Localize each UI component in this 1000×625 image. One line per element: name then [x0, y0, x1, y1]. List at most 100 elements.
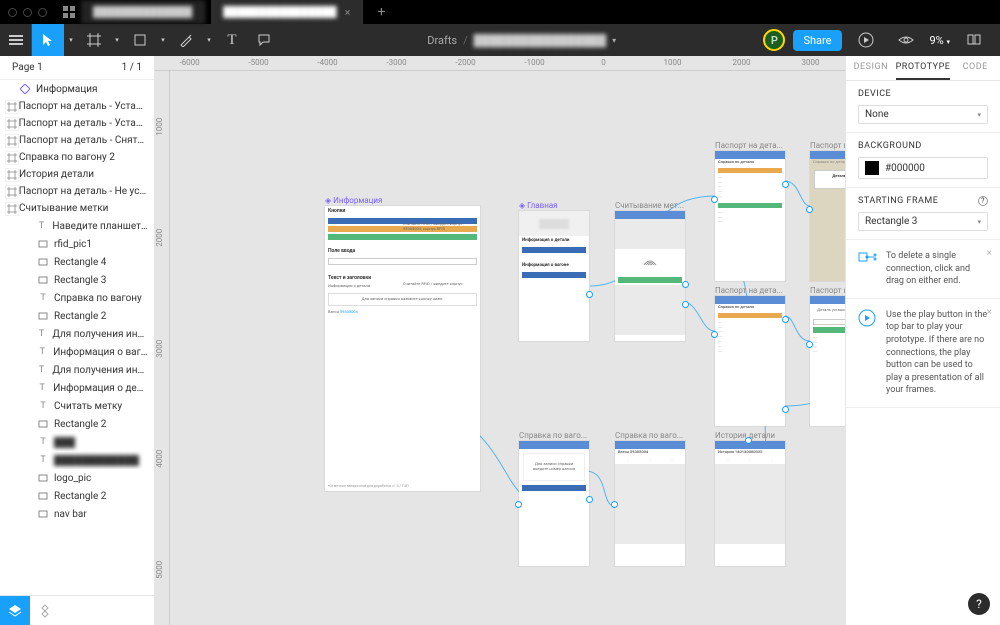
tab-prototype[interactable]: PROTOTYPE: [896, 56, 951, 80]
layer-row[interactable]: TСправка по вагону: [0, 289, 154, 307]
starting-frame-select[interactable]: Rectangle 3 ▾: [858, 212, 988, 231]
layers-tab-button[interactable]: [0, 596, 30, 625]
move-tool-button[interactable]: [32, 24, 64, 56]
new-tab-button[interactable]: +: [369, 4, 393, 20]
share-button[interactable]: Share: [793, 30, 841, 51]
frame-scan[interactable]: Считывание мет...: [615, 211, 685, 341]
main-menu-button[interactable]: [0, 24, 32, 56]
prototype-node-icon[interactable]: [782, 181, 789, 188]
text-tool-button[interactable]: T: [216, 24, 248, 56]
layer-row[interactable]: Rectangle 4: [0, 253, 154, 271]
layer-row[interactable]: ›История детали: [0, 166, 154, 183]
assets-tab-button[interactable]: [30, 596, 60, 625]
file-tab-inactive[interactable]: ██████████████: [81, 0, 205, 24]
move-tool-dropdown-icon[interactable]: ▾: [64, 24, 78, 56]
prototype-node-icon[interactable]: [782, 316, 789, 323]
prototype-node-icon[interactable]: [682, 301, 689, 308]
layer-row[interactable]: ›Справка по вагону 2: [0, 149, 154, 166]
traffic-light-close-icon[interactable]: [8, 8, 17, 17]
prototype-node-icon[interactable]: [745, 437, 752, 444]
layer-row[interactable]: rfid_pic1: [0, 235, 154, 253]
layer-row[interactable]: logo_pic: [0, 469, 154, 487]
present-button[interactable]: [850, 24, 882, 56]
canvas[interactable]: -6000-5000-4000-3000-2000-10000100020003…: [155, 56, 845, 625]
close-icon[interactable]: ×: [987, 248, 992, 259]
prototype-node-icon[interactable]: [806, 206, 813, 213]
layer-label: Для получения информ...: [52, 365, 148, 376]
page-count: 1 / 1: [122, 62, 142, 73]
frame-tool-dropdown-icon[interactable]: ▾: [110, 24, 124, 56]
layer-row[interactable]: TДля получения информ...: [0, 325, 154, 343]
prototype-node-icon[interactable]: [586, 291, 593, 298]
prototype-node-icon[interactable]: [586, 496, 593, 503]
tab-code[interactable]: CODE: [950, 56, 1000, 80]
pen-tool-dropdown-icon[interactable]: ▾: [202, 24, 216, 56]
info-icon[interactable]: ?: [978, 196, 988, 206]
layer-row[interactable]: Rectangle 2: [0, 415, 154, 433]
frame-label: Считывание мет...: [615, 201, 684, 210]
layer-row[interactable]: ›Паспорт на деталь - Не уст...: [0, 183, 154, 200]
frame-passport-4[interactable]: Паспорт на дета... Деталь установлена на…: [810, 296, 845, 426]
home-grid-icon[interactable]: [63, 6, 75, 18]
layer-row[interactable]: ›Паспорт на деталь - Снятие: [0, 132, 154, 149]
prototype-node-icon[interactable]: [515, 501, 522, 508]
device-select[interactable]: None ▾: [858, 105, 988, 124]
traffic-light-max-icon[interactable]: [38, 8, 47, 17]
user-avatar[interactable]: P: [763, 29, 785, 51]
traffic-light-min-icon[interactable]: [23, 8, 32, 17]
modal-dialog: Деталь снята ····: [814, 170, 845, 189]
layer-row[interactable]: TНаведите планшет на м...: [0, 217, 154, 235]
layer-row[interactable]: TСчитать метку: [0, 397, 154, 415]
prototype-node-icon[interactable]: [611, 501, 618, 508]
layer-row[interactable]: ›Паспорт на деталь - Устано...: [0, 115, 154, 132]
frame-label: Справка по ваго...: [615, 431, 683, 440]
color-swatch[interactable]: [865, 161, 879, 175]
layer-row[interactable]: ⌄Считывание метки: [0, 200, 154, 217]
view-settings-button[interactable]: [890, 24, 922, 56]
layer-row[interactable]: T███: [0, 433, 154, 451]
layer-row[interactable]: TДля получения информ...: [0, 361, 154, 379]
pages-header[interactable]: Page 1 1 / 1: [0, 56, 154, 80]
help-button[interactable]: ?: [968, 593, 990, 615]
frame-information[interactable]: ◈ Информация Кнопки Считайте RFID / введ…: [325, 206, 480, 491]
prototype-node-icon[interactable]: [682, 281, 689, 288]
prototype-node-icon[interactable]: [711, 331, 718, 338]
rect-icon: [37, 238, 49, 250]
layer-row[interactable]: T████████████: [0, 451, 154, 469]
frame-passport-3[interactable]: Паспорт на дета... Справка по детали ···…: [715, 296, 785, 426]
zoom-level[interactable]: 9% ▾: [930, 34, 951, 47]
close-icon[interactable]: ×: [987, 307, 992, 318]
layer-row[interactable]: ›Паспорт на деталь - Устано...: [0, 98, 154, 115]
prototype-node-icon[interactable]: [711, 196, 718, 203]
frame-passport-2[interactable]: Паспорт на дета... Справка по детали Дет…: [810, 151, 845, 281]
frame-history[interactable]: История детали История 140130000025 ····…: [715, 441, 785, 566]
pen-tool-button[interactable]: [170, 24, 202, 56]
layer-label: Паспорт на деталь - Не уст...: [19, 186, 148, 197]
chevron-down-icon[interactable]: ▾: [612, 36, 616, 45]
close-icon[interactable]: ×: [345, 6, 351, 19]
prototype-node-icon[interactable]: [806, 341, 813, 348]
breadcrumb-filename[interactable]: █████████████████: [474, 34, 607, 47]
frame-wagon-ref-2[interactable]: Справка по ваго... Вагон 59305004 ······…: [615, 441, 685, 566]
logo-placeholder: [539, 219, 569, 229]
frame-passport-1[interactable]: Паспорт на дета... Справка по детали ···…: [715, 151, 785, 281]
shape-tool-button[interactable]: [124, 24, 156, 56]
layer-row[interactable]: Rectangle 2: [0, 307, 154, 325]
frame-wagon-ref-1[interactable]: Справка по ваго... Для записи справки вв…: [519, 441, 589, 566]
layer-row[interactable]: Rectangle 2: [0, 487, 154, 505]
help-resources-icon[interactable]: [958, 24, 990, 56]
tab-design[interactable]: DESIGN: [846, 56, 896, 80]
frame-main[interactable]: ◈ Главная Информация о детали Информация…: [519, 211, 589, 341]
layer-row[interactable]: Rectangle 3: [0, 271, 154, 289]
shape-tool-dropdown-icon[interactable]: ▾: [156, 24, 170, 56]
breadcrumb-drafts[interactable]: Drafts: [427, 34, 457, 47]
background-color-input[interactable]: #000000: [858, 157, 988, 179]
layer-row[interactable]: Информация: [0, 80, 154, 98]
layer-row[interactable]: TИнформация о вагоне: [0, 343, 154, 361]
comment-tool-button[interactable]: [248, 24, 280, 56]
file-tab-active[interactable]: ████████████████ ×: [211, 0, 363, 24]
prototype-node-icon[interactable]: [782, 406, 789, 413]
frame-tool-button[interactable]: [78, 24, 110, 56]
layer-row[interactable]: nav bar: [0, 505, 154, 523]
layer-row[interactable]: TИнформация о детали: [0, 379, 154, 397]
